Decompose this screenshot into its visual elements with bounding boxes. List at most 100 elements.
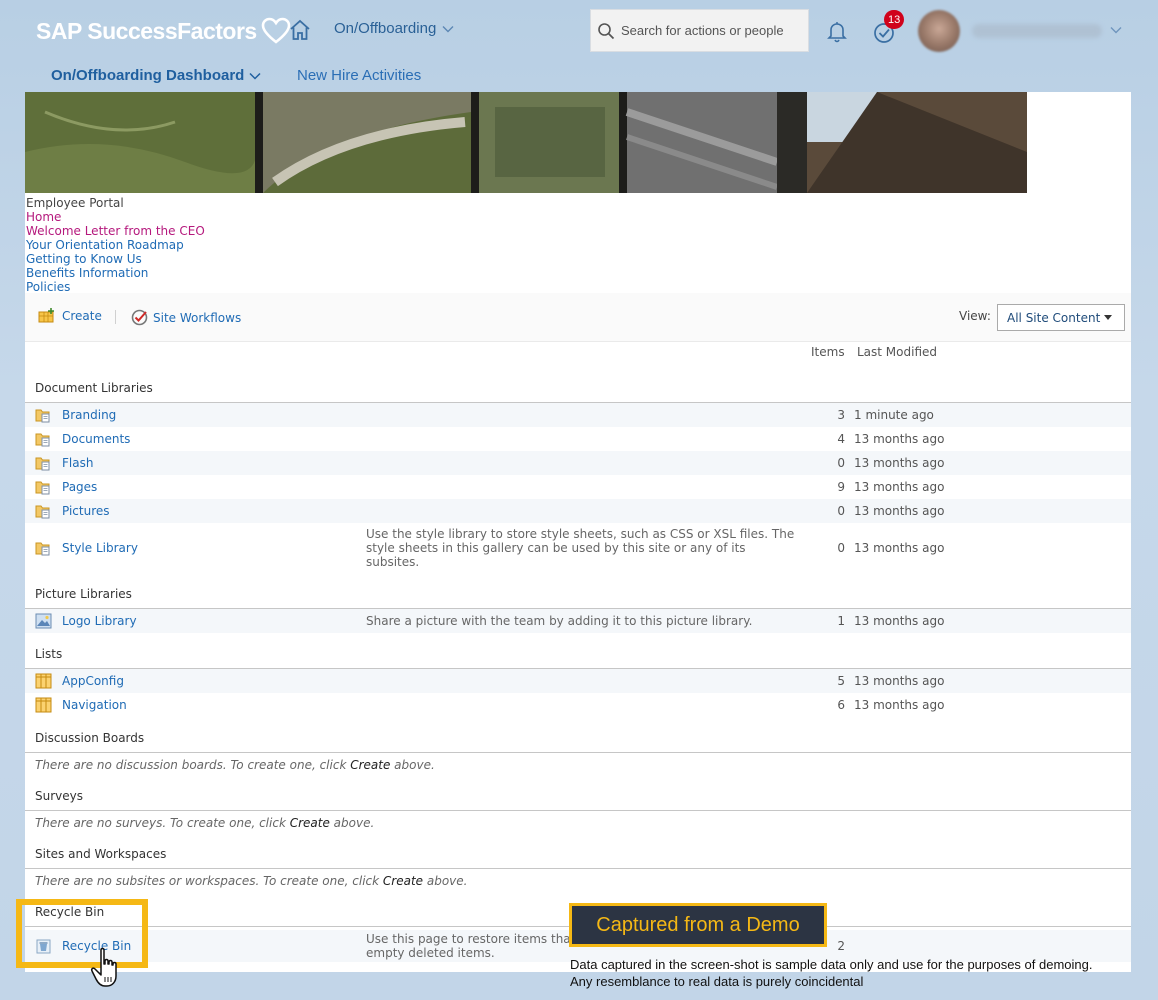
demo-disclaimer: Data captured in the screen-shot is samp…: [570, 956, 1092, 990]
section-divider: [25, 868, 1131, 869]
portal-link-policies[interactable]: Policies: [26, 280, 205, 294]
last-modified: 13 months ago: [854, 504, 945, 518]
portal-link-benefits[interactable]: Benefits Information: [26, 266, 205, 280]
description-line: style sheets in this gallery can be used…: [366, 541, 746, 555]
last-modified: 13 months ago: [854, 456, 945, 470]
search-box[interactable]: [590, 9, 809, 52]
empty-message-text: above.: [329, 816, 375, 830]
heart-icon: [261, 17, 291, 44]
list-item: Style Library Use the style library to s…: [25, 523, 1131, 573]
item-count: 5: [837, 674, 845, 688]
list-link-navigation[interactable]: Navigation: [62, 698, 127, 712]
section-surveys: Surveys: [35, 789, 83, 803]
column-header-items[interactable]: Items: [811, 345, 845, 359]
portal-link-getting-to-know-us[interactable]: Getting to Know Us: [26, 252, 205, 266]
section-divider: [25, 752, 1131, 753]
document-library-icon: [35, 409, 50, 423]
home-icon[interactable]: [288, 18, 312, 42]
chevron-down-icon[interactable]: [1110, 26, 1122, 34]
hand-pointer-icon: [91, 947, 117, 987]
view-select-value: All Site Content: [1007, 310, 1101, 325]
item-count: 0: [837, 504, 845, 518]
brand-logo[interactable]: SAP SuccessFactors: [36, 16, 291, 46]
create-icon: [38, 308, 54, 323]
description-line: subsites.: [366, 555, 420, 569]
empty-message-text: There are no discussion boards. To creat…: [35, 758, 351, 772]
column-header-last-modified[interactable]: Last Modified: [857, 345, 937, 359]
search-icon: [598, 22, 615, 39]
library-link-logo-library[interactable]: Logo Library: [62, 614, 137, 628]
list-item: Flash 0 13 months ago: [25, 451, 1131, 475]
last-modified: 13 months ago: [854, 432, 945, 446]
site-content-toolbar: Create Site Workflows View: All Site Con…: [25, 293, 1131, 342]
dashboard-menu[interactable]: On/Offboarding Dashboard: [51, 67, 261, 84]
portal-nav-heading: Employee Portal: [26, 196, 124, 210]
create-reference: Create: [289, 816, 330, 830]
library-link-flash[interactable]: Flash: [62, 456, 93, 470]
section-sites-workspaces: Sites and Workspaces: [35, 847, 167, 861]
empty-message-text: above.: [390, 758, 435, 772]
portal-link-orientation-roadmap[interactable]: Your Orientation Roadmap: [26, 238, 205, 252]
avatar[interactable]: [918, 10, 960, 52]
row-description: Use this page to restore items tha empty…: [366, 932, 571, 960]
list-item: Logo Library Share a picture with the te…: [25, 609, 1131, 633]
description-line: Use this page to restore items tha: [366, 932, 571, 946]
site-workflows-label: Site Workflows: [153, 310, 242, 325]
document-library-icon: [35, 505, 50, 519]
toolbar-divider: [115, 310, 116, 324]
banner-image: [25, 92, 1027, 193]
module-label: On/Offboarding: [334, 20, 437, 37]
list-icon: [35, 697, 52, 713]
workflow-icon: [131, 309, 148, 326]
section-lists: Lists: [35, 647, 63, 661]
list-item: Pages 9 13 months ago: [25, 475, 1131, 499]
bell-icon[interactable]: [825, 19, 849, 43]
library-link-pages[interactable]: Pages: [62, 480, 97, 494]
empty-message: There are no discussion boards. To creat…: [35, 758, 435, 772]
library-link-pictures[interactable]: Pictures: [62, 504, 110, 518]
shell-bar: SAP SuccessFactors On/Offboarding 13: [0, 0, 1158, 62]
site-workflows-button[interactable]: Site Workflows: [131, 309, 241, 326]
demo-watermark: Captured from a Demo: [569, 903, 827, 947]
section-discussion-boards: Discussion Boards: [35, 731, 145, 745]
document-library-icon: [35, 542, 50, 556]
disclaimer-line: Data captured in the screen-shot is samp…: [570, 957, 1093, 972]
item-count: 0: [837, 456, 845, 470]
search-input[interactable]: [621, 23, 801, 38]
item-count: 3: [837, 408, 845, 422]
list-item: Documents 4 13 months ago: [25, 427, 1131, 451]
highlight-box: [16, 899, 148, 968]
list-link-appconfig[interactable]: AppConfig: [62, 674, 124, 688]
document-library-icon: [35, 433, 50, 447]
library-link-style-library[interactable]: Style Library: [62, 541, 138, 555]
list-item: Pictures 0 13 months ago: [25, 499, 1131, 523]
list-icon: [35, 673, 52, 689]
user-name-blurred[interactable]: [972, 24, 1102, 38]
disclaimer-line: Any resemblance to real data is purely c…: [570, 974, 864, 989]
last-modified: 13 months ago: [854, 674, 945, 688]
new-hire-activities-link[interactable]: New Hire Activities: [297, 67, 421, 84]
view-select[interactable]: All Site Content: [997, 304, 1125, 331]
caret-down-icon: [1104, 315, 1113, 320]
empty-message-text: above.: [423, 874, 468, 888]
create-button[interactable]: Create: [38, 308, 102, 323]
portal-link-home[interactable]: Home: [26, 210, 205, 224]
brand-name: SAP SuccessFactors: [36, 17, 257, 44]
portal-navigation: Employee Portal Home Welcome Letter from…: [26, 196, 205, 294]
document-library-icon: [35, 481, 50, 495]
create-label: Create: [62, 308, 102, 323]
todo-count-badge: 13: [884, 10, 905, 29]
library-link-branding[interactable]: Branding: [62, 408, 116, 422]
empty-message: There are no surveys. To create one, cli…: [35, 816, 374, 830]
create-reference: Create: [350, 758, 391, 772]
row-description: Share a picture with the team by adding …: [366, 614, 753, 628]
portal-link-welcome-letter[interactable]: Welcome Letter from the CEO: [26, 224, 205, 238]
item-count: 1: [837, 614, 845, 628]
module-selector[interactable]: On/Offboarding: [334, 20, 454, 37]
library-link-documents[interactable]: Documents: [62, 432, 130, 446]
last-modified: 13 months ago: [854, 698, 945, 712]
last-modified: 13 months ago: [854, 541, 945, 555]
section-picture-libraries: Picture Libraries: [35, 587, 132, 601]
section-document-libraries: Document Libraries: [35, 381, 153, 395]
empty-message-text: There are no surveys. To create one, cli…: [35, 816, 290, 830]
